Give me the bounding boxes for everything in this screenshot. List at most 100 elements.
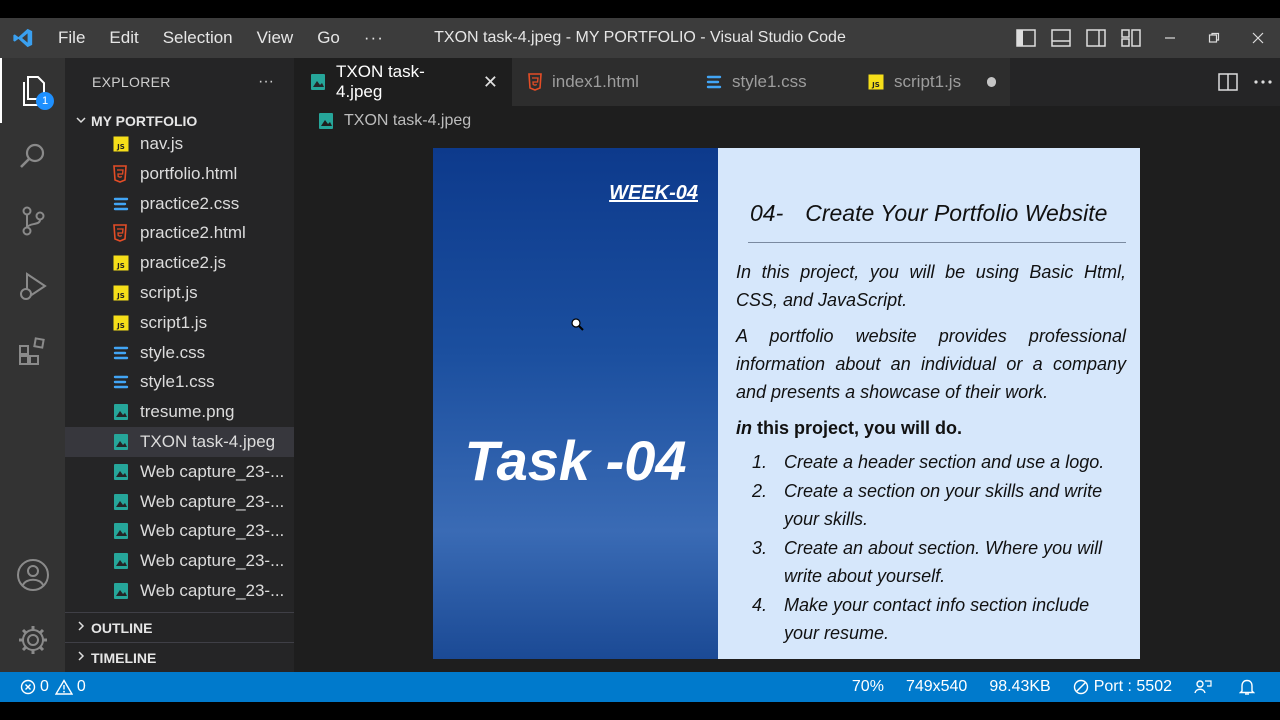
file-tree: JS nav.js portfolio.html practice2.css pract… (65, 136, 294, 612)
image-preview[interactable]: WEEK-04 Task -04 04- Create Your Portfoli… (433, 148, 1140, 659)
file-item[interactable]: practice2.html (65, 218, 294, 248)
file-item[interactable]: tresume.png (65, 397, 294, 427)
toggle-panel-icon[interactable] (1043, 18, 1078, 58)
file-item[interactable]: JS practice2.js (65, 248, 294, 278)
restore-icon[interactable] (1192, 18, 1236, 58)
editor-tab[interactable]: JS script1.js (852, 58, 1010, 106)
file-label: script.js (140, 283, 198, 302)
file-item[interactable]: style1.css (65, 367, 294, 397)
explorer-files-icon[interactable]: 1 (0, 58, 65, 123)
settings-gear-icon[interactable] (0, 607, 65, 672)
slide-task-list: 1. Create a header section and use a logo… (736, 448, 1126, 647)
explorer-badge: 1 (36, 92, 54, 110)
feedback-icon[interactable] (1183, 678, 1228, 696)
live-server-port[interactable]: Port : 5502 (1062, 678, 1183, 696)
status-bar: 0 0 70% 749x540 98.43KB Port : 5502 (0, 672, 1280, 702)
file-item[interactable]: Web capture_23-... (65, 457, 294, 487)
toggle-secondary-sidebar-icon[interactable] (1078, 18, 1113, 58)
svg-text:JS: JS (116, 143, 125, 151)
port-label: Port : 5502 (1093, 678, 1172, 695)
search-icon[interactable] (0, 123, 65, 188)
slide-task-number: 1. (752, 452, 768, 472)
folder-my-portfolio[interactable]: MY PORTFOLIO (65, 106, 294, 136)
slide-do-line: in this project, you will do. (736, 414, 1126, 442)
file-item[interactable]: JS nav.js (65, 136, 294, 159)
folder-label: MY PORTFOLIO (91, 113, 198, 129)
slide-task-item: 2. Create a section on your skills and wr… (736, 477, 1126, 533)
editor-tab[interactable]: index1.html (512, 58, 690, 106)
source-control-icon[interactable] (0, 188, 65, 253)
file-item[interactable]: practice2.css (65, 189, 294, 219)
menu-go[interactable]: Go (305, 18, 352, 58)
account-icon[interactable] (0, 542, 65, 607)
tab-label: TXON task-4.jpeg (336, 62, 425, 101)
editor-tab[interactable]: style1.css (690, 58, 852, 106)
file-item[interactable]: Web capture_23-... (65, 576, 294, 606)
css-file-icon (113, 194, 137, 214)
file-item[interactable]: JS script1.js (65, 308, 294, 338)
slide-left-panel: WEEK-04 Task -04 (433, 148, 718, 659)
tab-label: style1.css (732, 72, 807, 91)
tab-bar: TXON task-4.jpeg ✕ index1.html style1.css JS… (294, 58, 1280, 106)
js-file-icon: JS (113, 136, 137, 154)
slide-paragraph-2: A portfolio website provides professiona… (736, 326, 1126, 402)
outline-section[interactable]: OUTLINE (65, 612, 294, 642)
extensions-icon[interactable] (0, 318, 65, 383)
close-tab-icon[interactable]: ✕ (483, 72, 498, 93)
letterbox-bottom (0, 702, 1280, 720)
menu-file[interactable]: File (46, 18, 97, 58)
file-size: 98.43KB (989, 678, 1051, 695)
menu-edit[interactable]: Edit (97, 18, 150, 58)
file-item[interactable]: portfolio.html (65, 159, 294, 189)
file-label: portfolio.html (140, 163, 238, 183)
toggle-primary-sidebar-icon[interactable] (1008, 18, 1043, 58)
file-item[interactable]: JS script.js (65, 278, 294, 308)
more-actions-icon[interactable] (1245, 62, 1280, 102)
css-file-icon (113, 343, 137, 363)
file-label: nav.js (140, 136, 184, 153)
customize-layout-icon[interactable] (1113, 18, 1148, 58)
split-editor-icon[interactable] (1210, 62, 1245, 102)
css-file-icon (706, 74, 722, 90)
explorer-title: EXPLORER (92, 74, 171, 90)
minimize-icon[interactable] (1148, 18, 1192, 58)
image-file-icon (113, 521, 137, 541)
file-item[interactable]: TXON task-4.jpeg (65, 427, 294, 457)
close-window-icon[interactable] (1236, 18, 1280, 58)
file-label: style1.css (140, 372, 215, 392)
file-item[interactable]: Web capture_23-... (65, 516, 294, 546)
file-label: script1.js (140, 312, 208, 332)
slide-task-text: Make your contact info section include y… (784, 595, 1090, 643)
menu-more-button[interactable]: ··· (352, 28, 396, 48)
slide-task-text: Create a header section and use a logo. (784, 452, 1105, 472)
menu-selection[interactable]: Selection (151, 18, 245, 58)
image-file-icon (113, 462, 137, 482)
problems-indicator[interactable]: 0 0 (0, 678, 86, 696)
explorer-header: EXPLORER ··· (65, 58, 294, 106)
breadcrumb[interactable]: TXON task-4.jpeg (294, 106, 1280, 136)
menu-view[interactable]: View (245, 18, 306, 58)
editor-area: TXON task-4.jpeg ✕ index1.html style1.css JS… (294, 58, 1280, 672)
slide-do-rest: this project, you will do. (752, 418, 963, 438)
slide-paragraph-1: In this project, you will be using Basic… (736, 262, 1126, 310)
editor-tab[interactable]: TXON task-4.jpeg ✕ (294, 58, 512, 106)
slide-task-number: 4. (752, 595, 768, 615)
file-item[interactable]: style.css (65, 338, 294, 368)
run-debug-icon[interactable] (0, 253, 65, 318)
image-file-icon (113, 432, 137, 452)
error-count: 0 (40, 678, 49, 695)
file-item[interactable]: Web capture_23-... (65, 546, 294, 576)
notifications-bell-icon[interactable] (1228, 678, 1280, 696)
title-actions (1008, 18, 1280, 58)
slide-task-item: 4. Make your contact info section include… (736, 591, 1126, 647)
image-file-icon (113, 551, 137, 571)
timeline-section[interactable]: TIMELINE (65, 642, 294, 672)
explorer-more-button[interactable]: ··· (258, 73, 274, 91)
file-label: Web capture_23-... (140, 581, 285, 600)
unsaved-dot-icon[interactable] (987, 77, 996, 87)
js-file-icon: JS (113, 283, 137, 303)
html-file-icon (113, 223, 137, 243)
html-file-icon (113, 164, 137, 184)
file-item[interactable]: Web capture_23-... (65, 487, 294, 517)
zoom-level[interactable]: 70% (841, 678, 895, 696)
